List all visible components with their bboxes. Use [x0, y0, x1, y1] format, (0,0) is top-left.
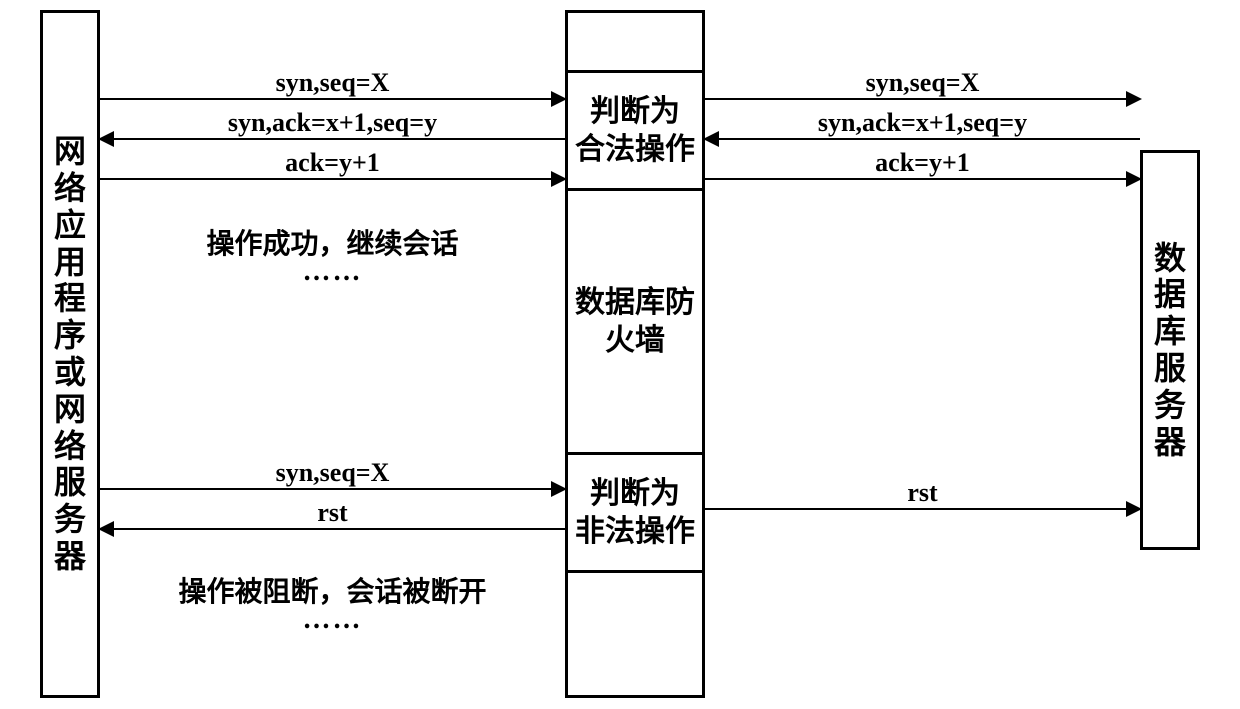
left-actor-char: 务: [54, 501, 86, 538]
arrow-legal-r3: [705, 178, 1140, 180]
msg-legal-r3: ack=y+1: [705, 148, 1140, 178]
arrow-illegal-l2: [100, 528, 565, 530]
arrow-legal-r1: [705, 98, 1140, 100]
arrow-legal-l3: [100, 178, 565, 180]
mid-fw-line1: 数据库防: [575, 284, 695, 322]
status-success-dots: ……: [100, 256, 565, 288]
left-actor-char: 应: [54, 207, 86, 244]
arrow-illegal-l1: [100, 488, 565, 490]
left-actor-char: 或: [54, 354, 86, 391]
right-actor-box: 数 据 库 服 务 器: [1140, 150, 1200, 550]
left-actor-box: 网 络 应 用 程 序 或 网 络 服 务 器: [40, 10, 100, 698]
msg-legal-l3: ack=y+1: [100, 148, 565, 178]
arrow-legal-l1: [100, 98, 565, 100]
mid-blank-bottom: [568, 570, 702, 698]
right-actor-char: 数: [1154, 240, 1186, 277]
mid-fw-line2: 火墙: [605, 322, 665, 360]
right-actor-char: 据: [1154, 276, 1186, 313]
msg-legal-r2: syn,ack=x+1,seq=y: [705, 108, 1140, 138]
mid-cell-firewall: 数据库防 火墙: [568, 188, 702, 452]
mid-legal-line1: 判断为: [590, 93, 680, 131]
mid-illegal-line2: 非法操作: [575, 513, 695, 551]
arrow-legal-l2: [100, 138, 565, 140]
right-actor-char: 器: [1154, 424, 1186, 461]
arrow-legal-r2: [705, 138, 1140, 140]
left-actor-char: 用: [54, 244, 86, 281]
mid-cell-illegal: 判断为 非法操作: [568, 452, 702, 570]
msg-illegal-l1: syn,seq=X: [100, 458, 565, 488]
mid-legal-line2: 合法操作: [575, 131, 695, 169]
msg-legal-l1: syn,seq=X: [100, 68, 565, 98]
left-actor-char: 络: [54, 170, 86, 207]
mid-blank-top: [568, 10, 702, 70]
msg-legal-r1: syn,seq=X: [705, 68, 1140, 98]
arrow-illegal-r: [705, 508, 1140, 510]
left-actor-char: 服: [54, 464, 86, 501]
msg-legal-l2: syn,ack=x+1,seq=y: [100, 108, 565, 138]
left-actor-char: 网: [54, 133, 86, 170]
middle-column: 判断为 合法操作 数据库防 火墙 判断为 非法操作: [565, 10, 705, 698]
right-actor-char: 库: [1154, 313, 1186, 350]
msg-illegal-r: rst: [705, 478, 1140, 508]
left-actor-char: 网: [54, 391, 86, 428]
right-actor-char: 服: [1154, 350, 1186, 387]
status-blocked-dots: ……: [100, 604, 565, 636]
left-actor-char: 程: [54, 280, 86, 317]
msg-illegal-l2: rst: [100, 498, 565, 528]
left-actor-char: 序: [54, 317, 86, 354]
left-actor-char: 络: [54, 428, 86, 465]
left-actor-char: 器: [54, 538, 86, 575]
mid-cell-legal: 判断为 合法操作: [568, 70, 702, 188]
right-actor-char: 务: [1154, 387, 1186, 424]
mid-illegal-line1: 判断为: [590, 475, 680, 513]
